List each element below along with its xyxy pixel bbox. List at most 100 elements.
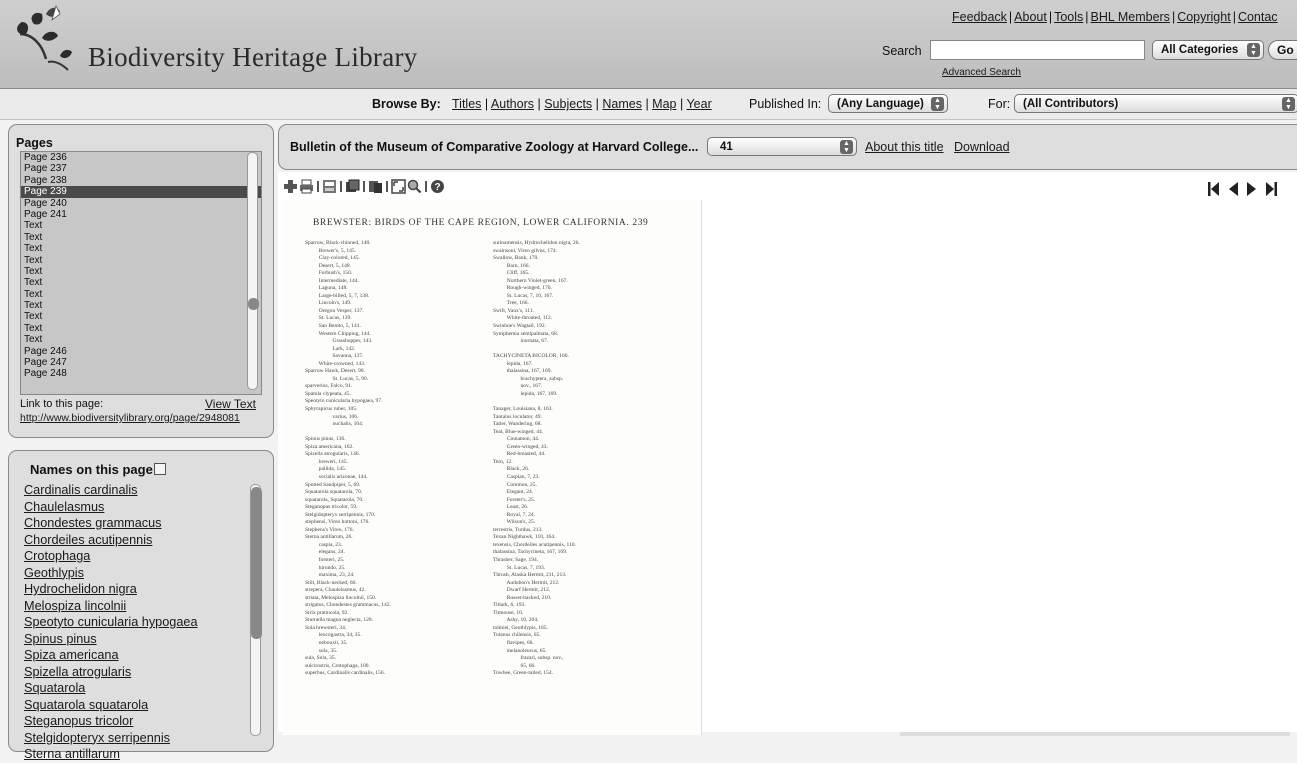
fullscreen-icon[interactable] [391,178,406,194]
info-icon[interactable] [322,179,337,194]
about-link[interactable]: About [1014,10,1047,24]
index-entry: Forbush's, 150. [305,270,353,277]
pages-listbox[interactable]: Page 236 Page 237 Page 238 Page 239 Page 240… [20,151,262,395]
pages-scrollbar[interactable] [245,152,259,392]
name-link[interactable]: Spizella atrogularis [24,665,131,679]
browse-authors-link[interactable]: Authors [491,97,534,111]
index-entry: Caspian, 7, 23. [493,473,540,480]
search-label: Search [882,44,922,58]
name-link[interactable]: Stelgidopteryx serripennis [24,731,170,745]
help-icon[interactable]: ? [430,179,445,194]
feedback-link[interactable]: Feedback [952,10,1007,24]
page-list-item[interactable]: Page 238 [21,175,261,186]
index-entry: Swinhoe's Wagtail, 192. [493,323,546,330]
scrollbar-thumb[interactable] [251,487,262,639]
page-list-item[interactable]: Text [21,243,261,254]
go-button[interactable]: Go [1268,40,1297,60]
index-entry: striata, Melospiza lincolnii, 150. [305,594,377,601]
zoom-in-icon[interactable] [283,179,298,194]
page-list-item[interactable]: Page 237 [21,163,261,174]
next-page-icon[interactable] [1247,182,1256,196]
last-page-icon[interactable] [1265,182,1277,196]
browse-year-link[interactable]: Year [686,97,711,111]
index-entry: lepida, 167, 169. [493,390,558,397]
index-entry: Rough-winged, 170. [493,285,552,292]
copyright-link[interactable]: Copyright [1177,10,1231,24]
page-list-item[interactable]: Text [21,289,261,300]
index-entry: Stelgidopteryx serripennis, 170. [305,511,376,518]
scrollbar-track[interactable] [250,484,262,736]
scrollbar-track[interactable] [247,152,259,390]
names-scrollbar[interactable] [248,484,262,736]
site-title[interactable]: Biodiversity Heritage Library [88,42,418,73]
page-list-item[interactable]: Text [21,311,261,322]
name-link[interactable]: Steganopus tricolor [24,714,133,728]
page-list-item[interactable]: Text [21,323,261,334]
page-list-item[interactable]: Page 240 [21,198,261,209]
scrollbar-thumb[interactable] [248,298,259,310]
page-list-item[interactable]: Text [21,300,261,311]
name-link[interactable]: Spiza americana [24,648,119,662]
page-list-item[interactable]: Text [21,232,261,243]
page-list-item[interactable]: Page 239 [21,186,261,198]
name-link[interactable]: Speotyto cunicularia hypogaea [24,615,198,629]
page-list-item[interactable]: Page 247 [21,357,261,368]
page-list-item[interactable]: Text [21,277,261,288]
name-link[interactable]: Chondestes grammacus [24,516,162,530]
browse-subjects-link[interactable]: Subjects [544,97,592,111]
page-list-item[interactable]: Text [21,220,261,231]
name-link[interactable]: Squatarola [24,681,85,695]
names-toggle-checkbox[interactable] [154,463,166,475]
index-entry: inornata, 67. [493,338,549,345]
browse-names-link[interactable]: Names [602,97,642,111]
page-list-item[interactable]: Page 246 [21,346,261,357]
page-list-item[interactable]: Page 248 [21,368,261,379]
category-select[interactable]: All Categories ▲ ▼ [1152,40,1264,60]
index-entry: Brewer's, 5, 145. [305,247,356,254]
contact-link[interactable]: Contac [1238,10,1278,24]
first-page-icon[interactable] [1208,182,1220,196]
name-link[interactable]: Spinus pinus [24,632,97,646]
page-view-icon[interactable] [368,179,383,194]
name-link[interactable]: Hydrochelidon nigra [24,582,137,596]
name-link[interactable]: Geothlypis [24,566,84,580]
index-entry: Tatler, Wandering, 68. [493,421,542,428]
search-text-icon[interactable] [407,179,422,194]
index-entry: squatarola, Squatarola, 70. [305,496,364,503]
page-list-item[interactable]: Page 241 [21,209,261,220]
name-link[interactable]: Sterna antillarum [24,747,120,761]
browse-map-link[interactable]: Map [652,97,676,111]
save-icon[interactable] [345,179,360,194]
bhl-leaf-logo-icon[interactable] [12,4,92,74]
tools-link[interactable]: Tools [1054,10,1083,24]
index-entry: hirundo, 25. [305,564,346,571]
search-input[interactable] [930,40,1145,60]
advanced-search-link[interactable]: Advanced Search [942,67,1021,78]
browse-titles-link[interactable]: Titles [452,97,481,111]
name-link[interactable]: Cardinalis cardinalis [24,483,138,497]
view-text-link[interactable]: View Text [205,397,256,411]
name-link[interactable]: Melospiza lincolnii [24,599,126,613]
name-link[interactable]: Crotophaga [24,549,90,563]
print-icon[interactable] [299,179,314,194]
download-link[interactable]: Download [954,140,1010,154]
index-entry: surinamensis, Hydrochelidon nigra, 26. [493,240,580,246]
page-list-item[interactable]: Text [21,255,261,266]
volume-select[interactable]: 41 ▲ ▼ [707,137,857,156]
page-list-item[interactable]: Text [21,334,261,345]
page-list-item[interactable]: Page 236 [21,152,261,163]
index-entry: melanoleucus, 65. [493,647,547,654]
toolbar-separator [386,180,388,192]
page-list-item[interactable]: Text [21,266,261,277]
contributors-select[interactable]: (All Contributors) ▲ ▼ [1014,94,1297,113]
bhl-members-link[interactable]: BHL Members [1091,10,1170,24]
names-panel-title: Names on this page [30,462,153,477]
about-this-title-link[interactable]: About this title [865,140,944,154]
name-link[interactable]: Chordeiles acutipennis [24,533,152,547]
link-separator: | [1085,10,1089,24]
name-link[interactable]: Squatarola squatarola [24,698,148,712]
name-link[interactable]: Chaulelasmus [24,500,104,514]
previous-page-icon[interactable] [1229,182,1238,196]
language-select[interactable]: (Any Language) ▲ ▼ [828,94,948,113]
page-url-link[interactable]: http://www.biodiversitylibrary.org/page/… [20,412,240,424]
